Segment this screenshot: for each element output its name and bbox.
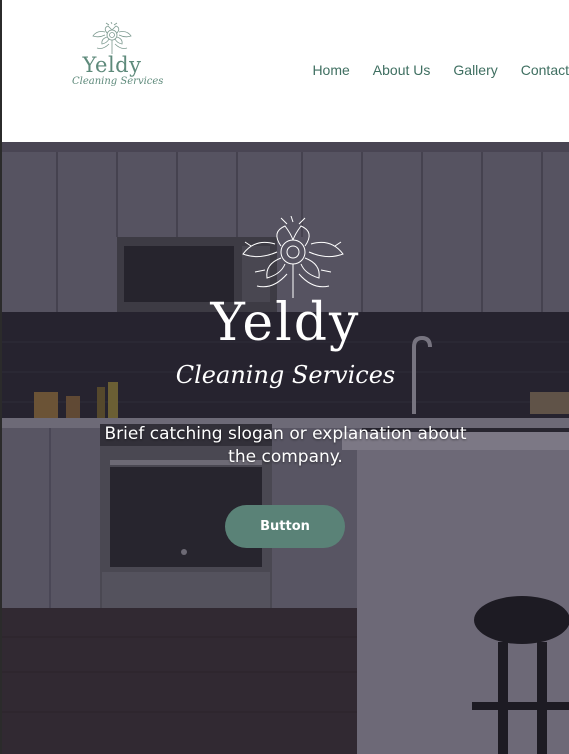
- nav-link-home[interactable]: Home: [289, 61, 349, 79]
- logo-name: Yeldy: [82, 53, 142, 77]
- main-nav: Home About Us Gallery Contact: [289, 61, 569, 79]
- hero-content: Yeldy Cleaning Services Brief catching s…: [2, 142, 569, 754]
- nav-link-about-us[interactable]: About Us: [350, 61, 431, 79]
- flower-icon: [92, 22, 132, 54]
- hero-subtitle: Cleaning Services: [175, 361, 396, 389]
- nav-link-gallery[interactable]: Gallery: [430, 61, 497, 79]
- logo[interactable]: Yeldy Cleaning Services: [72, 22, 164, 102]
- hero-title: Yeldy: [210, 293, 361, 353]
- hero-slogan: Brief catching slogan or explanation abo…: [104, 424, 467, 467]
- page: Yeldy Cleaning Services Home About Us Ga…: [0, 0, 569, 754]
- flower-icon: [242, 216, 344, 298]
- nav-link-contact[interactable]: Contact: [498, 61, 569, 79]
- logo-tagline: Cleaning Services: [72, 76, 164, 87]
- hero-section: Yeldy Cleaning Services Brief catching s…: [2, 142, 569, 754]
- site-header: Yeldy Cleaning Services Home About Us Ga…: [2, 0, 569, 142]
- hero-cta-button[interactable]: Button: [225, 505, 345, 548]
